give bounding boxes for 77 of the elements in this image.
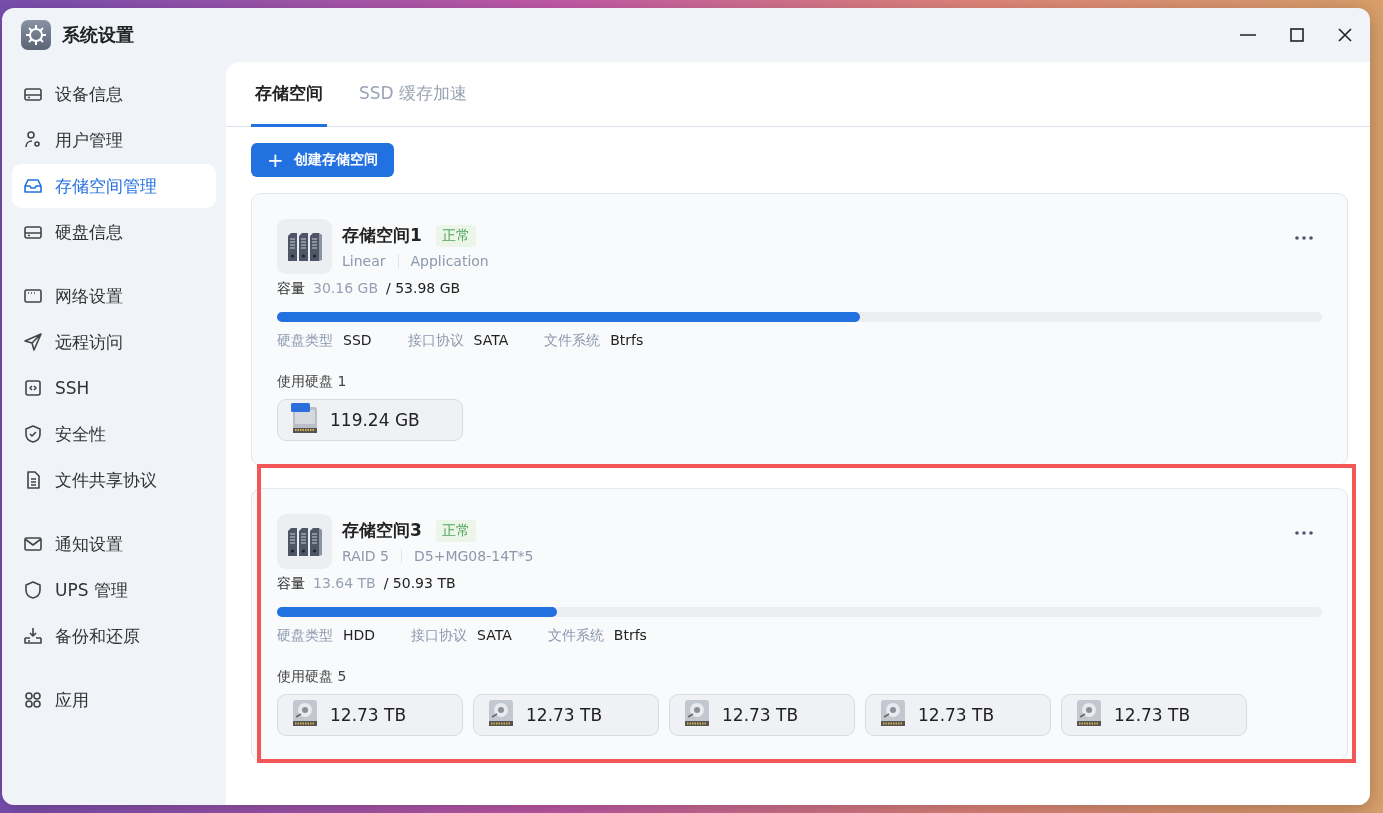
sidebar-item[interactable]: 通知设置 [12,522,216,566]
disk-size: 12.73 TB [918,705,995,725]
total-capacity: / 50.93 TB [383,575,456,593]
capacity-label: 容量 [277,575,305,593]
disk-chip[interactable]: 12.73 TB [865,694,1051,736]
close-icon[interactable] [1338,28,1352,42]
sidebar-item[interactable]: 远程访问 [12,320,216,364]
pool-tag: D5+MG08-14T*5 [414,548,534,564]
spec-value: SATA [477,627,512,645]
spec-label: 硬盘类型 [277,332,333,350]
disk-size: 119.24 GB [330,410,420,430]
used-capacity: 30.16 GB [313,280,378,298]
more-icon[interactable] [1295,531,1313,535]
capacity-label: 容量 [277,280,305,298]
sidebar-item-icon [23,626,43,646]
hard-drive-icon [682,698,712,728]
sidebar-item[interactable]: 网络设置 [12,274,216,318]
sidebar-item-icon [23,378,43,398]
ssd-drive-icon [290,402,320,434]
total-capacity: / 53.98 GB [386,280,461,298]
window-title: 系统设置 [62,23,135,47]
sidebar-item-icon [23,580,43,600]
sidebar-item[interactable]: 用户管理 [12,118,216,162]
sidebar-item[interactable]: 硬盘信息 [12,210,216,254]
hard-drive-icon [290,698,320,728]
disk-chip[interactable]: 12.73 TB [669,694,855,736]
sidebar-item[interactable]: SSH [12,366,216,410]
status-badge: 正常 [435,224,476,247]
hard-drive-icon [878,698,908,728]
sidebar-item-icon [23,130,43,150]
sidebar-item[interactable]: 应用 [12,678,216,722]
pool-tag: Linear [342,253,386,269]
disks-label: 使用硬盘 1 [277,373,348,391]
disk-chip[interactable]: 12.73 TB [473,694,659,736]
tab[interactable]: 存储空间 [251,62,327,127]
spec-label: 硬盘类型 [277,627,333,645]
disk-chip[interactable]: 12.73 TB [1061,694,1247,736]
pool-name: 存储空间3 [342,519,422,542]
used-capacity: 13.64 TB [313,575,376,593]
disk-chip[interactable]: 119.24 GB [277,399,463,441]
pool-tag: Application [410,253,489,269]
sidebar-item[interactable]: 存储空间管理 [12,164,216,208]
sidebar-item[interactable]: UPS 管理 [12,568,216,612]
sidebar-item-icon [23,690,43,710]
sidebar-item[interactable]: 文件共享协议 [12,458,216,502]
spec-value: Btrfs [610,332,644,350]
settings-app-icon [21,20,51,50]
sidebar-item[interactable]: 设备信息 [12,72,216,116]
spec-value: SSD [343,332,372,350]
sidebar-item[interactable]: 安全性 [12,412,216,456]
pool-tag: RAID 5 [342,548,389,564]
disk-chip[interactable]: 12.73 TB [277,694,463,736]
spec-value: HDD [343,627,376,645]
spec-value: SATA [473,332,509,350]
maximize-icon[interactable] [1290,28,1304,42]
status-badge: 正常 [435,519,476,542]
create-storage-button[interactable]: + 创建存储空间 [251,143,394,177]
sidebar-item-icon [23,534,43,554]
sidebar-item-icon [23,176,43,196]
hard-drive-icon [486,698,516,728]
disk-size: 12.73 TB [1114,705,1191,725]
disk-size: 12.73 TB [526,705,603,725]
more-icon[interactable] [1295,236,1313,240]
spec-value: Btrfs [613,627,647,645]
pool-name: 存储空间1 [342,224,422,247]
sidebar-item[interactable]: 备份和还原 [12,614,216,658]
spec-label: 文件系统 [544,332,601,350]
disks-label: 使用硬盘 5 [277,668,348,686]
disk-size: 12.73 TB [330,705,407,725]
sidebar-item-icon [23,286,43,306]
hard-drive-icon [1074,698,1104,728]
sidebar-item-icon [23,424,43,444]
disk-size: 12.73 TB [722,705,799,725]
spec-label: 文件系统 [547,627,604,645]
spec-label: 接口协议 [407,332,464,350]
spec-label: 接口协议 [411,627,468,645]
sidebar-item-icon [23,332,43,352]
